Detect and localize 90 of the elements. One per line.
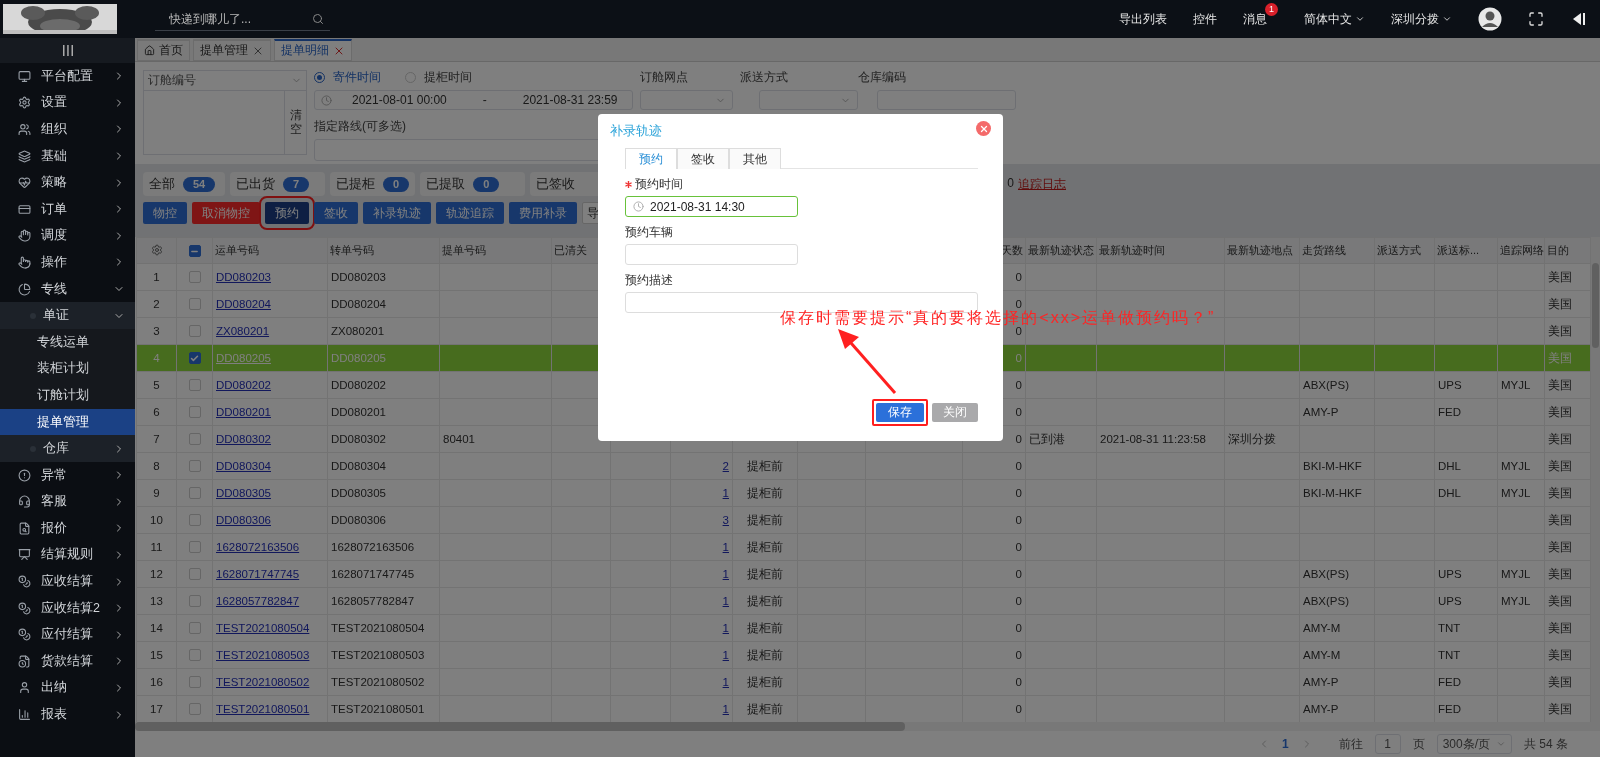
- table-cell: 提柜前: [732, 506, 798, 534]
- table-cell: 1: [136, 263, 177, 291]
- table-cell: 16: [136, 668, 177, 696]
- table-cell: 13: [136, 587, 177, 615]
- table-cell: 14: [136, 614, 177, 642]
- table-cell: DD080306: [327, 506, 440, 534]
- table-cell: 3: [136, 317, 177, 345]
- table-cell: 已到港: [1025, 425, 1097, 453]
- table-cell: 5: [136, 371, 177, 399]
- table-cell: 2: [136, 290, 177, 318]
- table-cell: 提柜前: [732, 614, 798, 642]
- field-value: 2021-08-31 14:30: [650, 199, 745, 214]
- count-badge: 7: [283, 176, 310, 192]
- table-cell: AMY-P: [1299, 398, 1375, 426]
- table-cell: ABX(PS): [1299, 560, 1375, 588]
- table-cell: 提柜前: [732, 452, 798, 480]
- table-cell: BKI-M-HKF: [1299, 479, 1375, 507]
- table-cell: TEST2021080501: [327, 695, 440, 723]
- table-cell: 2021-08-31 11:23:58: [1096, 425, 1225, 453]
- column-header: 走货路线: [1299, 237, 1375, 264]
- table-cell: DD080305: [327, 479, 440, 507]
- table-cell: 9: [136, 479, 177, 507]
- column-header: 最新轨迹时间: [1096, 237, 1225, 264]
- table-cell: AMY-P: [1299, 668, 1375, 696]
- table-cell: DD080304: [327, 452, 440, 480]
- table-cell: 1628057782847: [327, 587, 440, 615]
- table-cell: DD080202: [327, 371, 440, 399]
- table-cell: AMY-P: [1299, 695, 1375, 723]
- field-label: 订舱网点: [640, 68, 688, 86]
- table-cell: BKI-M-HKF: [1299, 452, 1375, 480]
- table-cell: 深圳分拨: [1224, 425, 1300, 453]
- column-header: 最新轨迹地点: [1224, 237, 1300, 264]
- column-header: 最新轨迹状态: [1025, 237, 1097, 264]
- table-cell: 8: [136, 452, 177, 480]
- dialog-title: 补录轨迹: [610, 122, 663, 140]
- table-cell: 提柜前: [732, 641, 798, 669]
- table-cell: 4: [136, 344, 177, 372]
- column-header: 提单号码: [439, 237, 552, 264]
- table-cell: DD080302: [327, 425, 440, 453]
- field-label: 派送方式: [740, 68, 788, 86]
- table-cell: 7: [136, 425, 177, 453]
- goto-label: 前往: [1338, 735, 1363, 753]
- field-label: 预约车辆: [625, 224, 674, 241]
- column-header: 派送方式: [1374, 237, 1435, 264]
- column-header: 运单号码: [212, 237, 328, 264]
- table-cell: ABX(PS): [1299, 371, 1375, 399]
- table-cell: 提柜前: [732, 560, 798, 588]
- table-cell: 1628072163506: [327, 533, 440, 561]
- field-label: 预约描述: [625, 272, 674, 289]
- table-cell: ZX080201: [327, 317, 440, 345]
- column-header: 追踪网络: [1497, 237, 1545, 264]
- table-cell: 提柜前: [732, 533, 798, 561]
- table-cell: 提柜前: [732, 668, 798, 696]
- total-count: 共 54 条: [1524, 735, 1568, 753]
- table-cell: 提柜前: [732, 695, 798, 723]
- table-cell: 17: [136, 695, 177, 723]
- field-label: 指定路线(可多选): [314, 118, 406, 135]
- table-cell: 15: [136, 641, 177, 669]
- table-cell: TEST2021080502: [327, 668, 440, 696]
- column-header: 目的: [1544, 237, 1591, 264]
- field-label: 预约时间: [625, 176, 978, 193]
- table-cell: 6: [136, 398, 177, 426]
- table-cell: 提柜前: [732, 587, 798, 615]
- table-cell: DD080203: [327, 263, 440, 291]
- count-badge: 0: [473, 176, 500, 192]
- table-cell: 12: [136, 560, 177, 588]
- count-text: 0: [1007, 175, 1014, 192]
- table-cell: 80401: [439, 425, 552, 453]
- date-separator: -: [482, 93, 487, 107]
- page-unit: 页: [1412, 735, 1425, 753]
- notification-badge: 1: [1265, 2, 1278, 16]
- end-date: 2021-08-31 23:59: [522, 93, 618, 107]
- table-cell: AMY-M: [1299, 641, 1375, 669]
- table-cell: 10: [136, 506, 177, 534]
- table-cell: 提柜前: [732, 479, 798, 507]
- table-cell: DD080205: [327, 344, 440, 372]
- column-header: 派送标...: [1434, 237, 1498, 264]
- table-cell: DD080201: [327, 398, 440, 426]
- start-date: 2021-08-01 00:00: [352, 93, 447, 107]
- table-cell: 11: [136, 533, 177, 561]
- count-badge: 0: [383, 176, 410, 192]
- table-cell: TEST2021080503: [327, 641, 440, 669]
- table-cell: TEST2021080504: [327, 614, 440, 642]
- column-header: 转单号码: [327, 237, 440, 264]
- field-label: 仓库编码: [858, 68, 906, 86]
- table-cell: AMY-M: [1299, 614, 1375, 642]
- table-cell: ABX(PS): [1299, 587, 1375, 615]
- count-badge: 54: [183, 176, 216, 192]
- table-cell: DD080204: [327, 290, 440, 318]
- table-cell: 1628071747745: [327, 560, 440, 588]
